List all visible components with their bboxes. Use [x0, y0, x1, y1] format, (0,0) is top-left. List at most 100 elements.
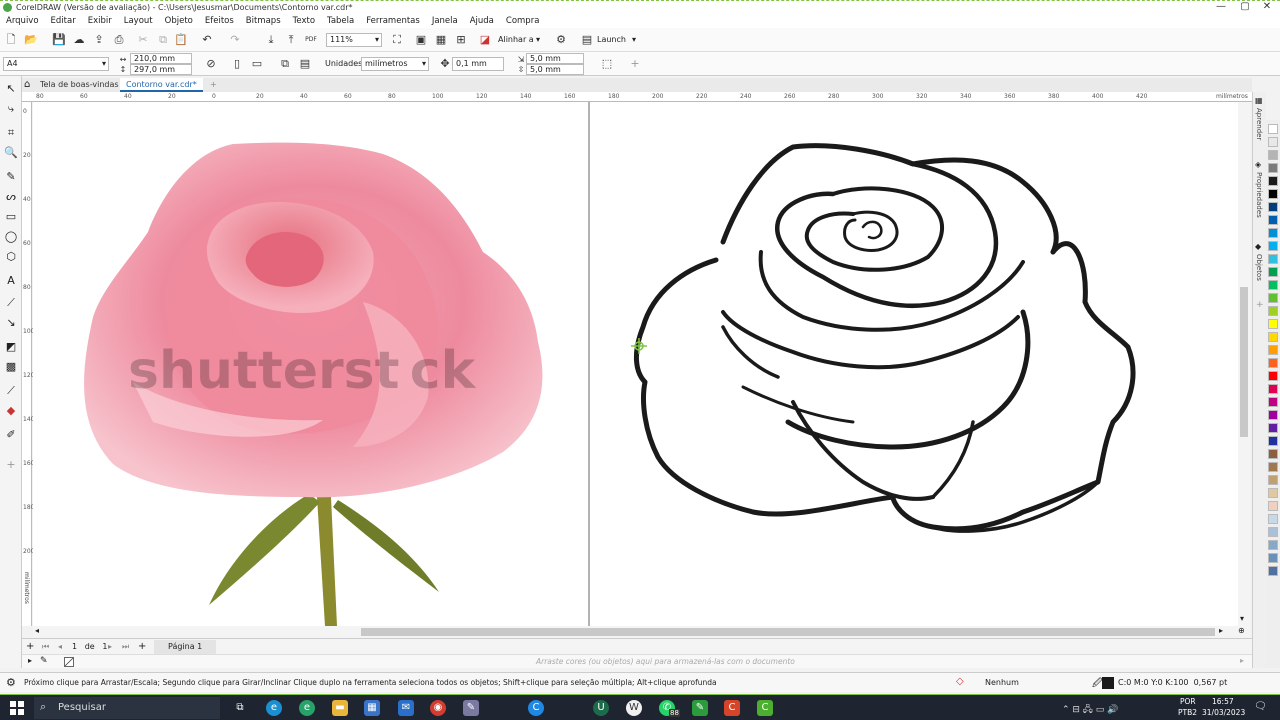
store-icon[interactable]: ▦: [364, 700, 380, 716]
color-swatch[interactable]: [1268, 371, 1278, 381]
color-swatch[interactable]: [1268, 345, 1278, 355]
export-icon[interactable]: ⤒: [284, 33, 298, 47]
menu-objeto[interactable]: Objeto: [159, 14, 199, 28]
save-icon[interactable]: 💾: [52, 33, 66, 47]
chevron-down-icon[interactable]: ▾: [632, 35, 636, 44]
color-swatch[interactable]: [1268, 488, 1278, 498]
menu-compra[interactable]: Compra: [500, 14, 546, 28]
menu-bitmaps[interactable]: Bitmaps: [240, 14, 287, 28]
no-color-swatch[interactable]: [64, 657, 74, 667]
last-page-icon[interactable]: ⏭: [122, 642, 129, 652]
zoom-page-icon[interactable]: ⛶: [390, 33, 404, 47]
transparency-tool-icon[interactable]: ▩: [4, 360, 18, 374]
color-swatch[interactable]: [1268, 319, 1278, 329]
app-w-icon[interactable]: W: [626, 700, 642, 716]
scroll-left-icon[interactable]: ◂: [35, 626, 39, 635]
color-swatch[interactable]: [1268, 202, 1278, 212]
all-pages-icon[interactable]: ⊘: [204, 57, 218, 71]
ellipse-tool-icon[interactable]: ◯: [4, 230, 18, 244]
outline-status[interactable]: C:0 M:0 Y:0 K:100 0,567 pt: [1118, 678, 1227, 687]
color-swatch[interactable]: [1268, 423, 1278, 433]
mail-icon[interactable]: ✉: [398, 700, 414, 716]
duplicate-x-field[interactable]: 5,0 mm: [526, 53, 584, 64]
color-swatch[interactable]: [1268, 176, 1278, 186]
new-tab-button[interactable]: +: [204, 78, 223, 92]
menu-editar[interactable]: Editar: [45, 14, 82, 28]
language-indicator[interactable]: POR: [1180, 697, 1196, 706]
align-to-dropdown[interactable]: Alinhar a: [498, 35, 534, 44]
color-swatch[interactable]: [1268, 228, 1278, 238]
text-tool-icon[interactable]: A: [4, 274, 18, 288]
add-tool-icon[interactable]: +: [4, 458, 18, 472]
menu-layout[interactable]: Layout: [118, 14, 159, 28]
landscape-icon[interactable]: ▭: [250, 57, 264, 71]
page-size-select[interactable]: A4 ▾: [3, 57, 109, 71]
app-u-icon[interactable]: U: [593, 700, 609, 716]
horizontal-ruler[interactable]: milímetros 80 60 40 20 0 20 40 60 80 100 120 140 160…: [22, 92, 1252, 102]
fill-tool-icon[interactable]: ◆: [4, 404, 18, 418]
full-screen-icon[interactable]: ▣: [414, 33, 428, 47]
tab-aprender[interactable]: Aprender: [1255, 108, 1263, 140]
color-swatch[interactable]: [1268, 540, 1278, 550]
edge-dev-icon[interactable]: e: [299, 700, 315, 716]
add-docker-icon[interactable]: +: [1256, 300, 1264, 310]
coreldraw-browser-icon[interactable]: C: [528, 700, 544, 716]
print-icon[interactable]: ⎙: [112, 33, 126, 47]
menu-ajuda[interactable]: Ajuda: [464, 14, 500, 28]
menu-texto[interactable]: Texto: [287, 14, 321, 28]
polygon-tool-icon[interactable]: ⬡: [4, 250, 18, 264]
page-layout-icon[interactable]: ⧉: [278, 57, 292, 71]
connector-tool-icon[interactable]: ↘: [4, 316, 18, 330]
shadow-tool-icon[interactable]: ◩: [4, 340, 18, 354]
clock-time[interactable]: 16:57: [1212, 697, 1234, 706]
close-button[interactable]: ✕: [1256, 1, 1278, 14]
chevron-down-icon[interactable]: ▾: [536, 35, 540, 44]
crop-tool-icon[interactable]: ⌗: [4, 126, 18, 140]
zoom-navigator-icon[interactable]: ⊕: [1238, 626, 1245, 635]
color-swatch[interactable]: [1268, 501, 1278, 511]
page-tab[interactable]: Página 1: [154, 640, 217, 654]
shape-tool-icon[interactable]: ⤷: [4, 102, 18, 116]
document-palette[interactable]: ▸ ✎ Arraste cores (ou objetos) aqui para…: [22, 654, 1252, 668]
cloud-icon[interactable]: ☁: [72, 33, 86, 47]
scroll-thumb[interactable]: [1240, 287, 1248, 437]
edge-icon[interactable]: e: [266, 700, 282, 716]
pdf-icon[interactable]: PDF: [304, 33, 318, 47]
page-height-field[interactable]: 297,0 mm: [130, 64, 192, 75]
horizontal-scrollbar[interactable]: ◂ ▸ ⊕: [33, 626, 1250, 638]
tab-welcome[interactable]: Tela de boas-vindas: [34, 78, 125, 92]
windows-start-icon[interactable]: [10, 701, 24, 715]
scroll-thumb[interactable]: [361, 628, 1215, 636]
scroll-right-icon[interactable]: ▸: [1219, 626, 1223, 635]
corel-green-icon[interactable]: C: [757, 700, 773, 716]
zoom-tool-icon[interactable]: 🔍: [4, 146, 18, 160]
color-swatch[interactable]: [1268, 163, 1278, 173]
notifications-icon[interactable]: 🗨: [1254, 701, 1267, 712]
rose-photo[interactable]: shutterst ck: [84, 142, 543, 626]
menu-ferramentas[interactable]: Ferramentas: [360, 14, 426, 28]
smart-fill-icon[interactable]: ✐: [4, 428, 18, 442]
clock-date[interactable]: 31/03/2023: [1202, 708, 1245, 717]
objects-icon[interactable]: ◆: [1255, 242, 1261, 251]
paint-icon[interactable]: ✎: [463, 700, 479, 716]
align-icon[interactable]: ◪: [478, 33, 492, 47]
launch-icon[interactable]: ▤: [580, 33, 594, 47]
pick-tool-icon[interactable]: ↖: [4, 82, 18, 96]
color-swatch[interactable]: [1268, 527, 1278, 537]
task-view-icon[interactable]: ⧉: [232, 700, 248, 716]
freehand-tool-icon[interactable]: ✎: [4, 170, 18, 184]
copy-icon[interactable]: ⧉: [156, 33, 170, 47]
chrome-icon[interactable]: ◉: [430, 700, 446, 716]
redo-icon[interactable]: ↷: [228, 33, 242, 47]
scroll-down-icon[interactable]: ▾: [1240, 614, 1244, 623]
page-width-field[interactable]: 210,0 mm: [130, 53, 192, 64]
color-swatch[interactable]: [1268, 137, 1278, 147]
file-explorer-icon[interactable]: ▬: [332, 700, 348, 716]
color-swatch[interactable]: [1268, 553, 1278, 563]
coreldraw-icon[interactable]: ✎: [692, 700, 708, 716]
palette-menu-icon[interactable]: ▸: [28, 656, 32, 665]
home-icon[interactable]: ⌂: [24, 79, 30, 90]
fill-status[interactable]: Nenhum: [985, 678, 1019, 687]
import-icon[interactable]: ⤓: [264, 33, 278, 47]
color-swatch[interactable]: [1268, 397, 1278, 407]
